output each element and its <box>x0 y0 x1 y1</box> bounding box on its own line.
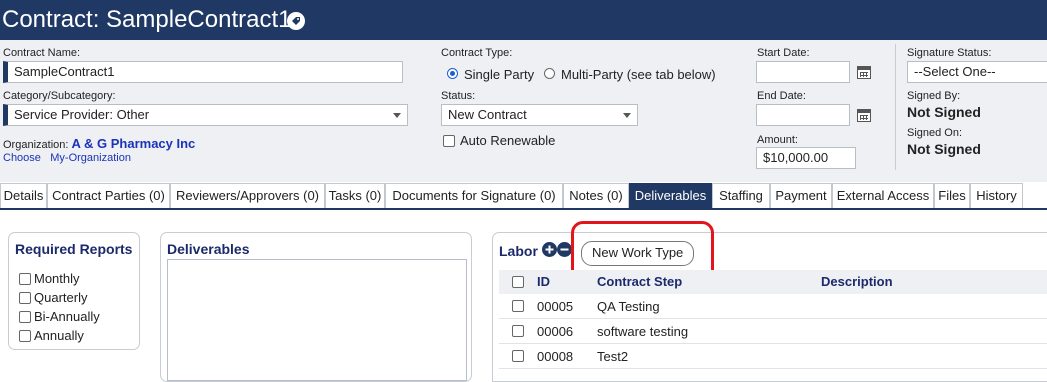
signature-status-select[interactable]: --Select One-- <box>907 61 1047 83</box>
contract-name-input[interactable]: SampleContract1 <box>3 61 403 83</box>
row-step: Test2 <box>597 349 629 364</box>
select-all-checkbox[interactable] <box>512 276 524 288</box>
status-value: New Contract <box>448 107 527 122</box>
row-id: 00006 <box>537 324 574 339</box>
required-reports-title: Required Reports <box>15 241 133 257</box>
table-row[interactable]: 00008 Test2 <box>499 344 1047 369</box>
category-label: Category/Subcategory: <box>3 90 116 102</box>
quarterly-label: Quarterly <box>34 290 88 305</box>
tag-icon[interactable] <box>287 12 305 30</box>
quarterly-checkbox[interactable] <box>19 292 31 304</box>
status-select[interactable]: New Contract <box>441 104 638 126</box>
row-checkbox[interactable] <box>512 300 524 312</box>
tab-reviewers-approvers[interactable]: Reviewers/Approvers (0) <box>170 183 325 208</box>
annually-checkbox[interactable] <box>19 330 31 342</box>
annually-label: Annually <box>34 328 84 343</box>
tab-deliverables[interactable]: Deliverables <box>629 183 712 208</box>
bi-annually-label: Bi-Annually <box>34 309 100 324</box>
column-id[interactable]: ID <box>537 274 550 289</box>
row-id: 00008 <box>537 349 574 364</box>
tab-staffing[interactable]: Staffing <box>712 183 770 208</box>
amount-input[interactable]: $10,000.00 <box>756 147 856 169</box>
contract-form: Contract Name: SampleContract1 Category/… <box>0 40 1047 182</box>
table-row[interactable]: 00005 QA Testing <box>499 294 1047 319</box>
row-checkbox[interactable] <box>512 350 524 362</box>
start-date-input[interactable] <box>756 61 850 83</box>
tab-payment[interactable]: Payment <box>770 183 832 208</box>
tab-tasks[interactable]: Tasks (0) <box>325 183 385 208</box>
labor-title: Labor <box>499 243 538 259</box>
end-date-input[interactable] <box>756 104 850 126</box>
contract-type-label: Contract Type: <box>441 47 513 59</box>
organization-label: Organization: A & G Pharmacy Inc <box>3 136 195 151</box>
tab-files[interactable]: Files <box>934 183 970 208</box>
row-checkbox[interactable] <box>512 325 524 337</box>
row-step: QA Testing <box>597 299 660 314</box>
signed-on-label: Signed On: <box>907 127 963 139</box>
multi-party-radio[interactable] <box>544 68 555 79</box>
organization-value[interactable]: A & G Pharmacy Inc <box>72 136 196 151</box>
calendar-icon[interactable] <box>857 66 871 79</box>
bi-annually-checkbox[interactable] <box>19 311 31 323</box>
title-bar: Contract: SampleContract1 <box>0 0 1047 40</box>
category-value: Service Provider: Other <box>14 107 150 122</box>
row-step: software testing <box>597 324 689 339</box>
choose-link[interactable]: Choose <box>3 152 41 164</box>
tab-notes[interactable]: Notes (0) <box>563 183 629 208</box>
deliverables-textarea[interactable] <box>167 259 467 381</box>
contract-name-label: Contract Name: <box>3 47 81 59</box>
form-divider <box>895 44 896 170</box>
status-label: Status: <box>441 90 476 102</box>
auto-renewable-label: Auto Renewable <box>460 133 556 148</box>
required-reports-panel: Required Reports Monthly Quarterly Bi-An… <box>8 232 140 350</box>
chevron-down-icon <box>623 113 631 118</box>
labor-panel: Labor New Work Type ID Contract Step Des… <box>492 221 1047 382</box>
multi-party-label: Multi-Party (see tab below) <box>561 67 716 82</box>
signature-status-label: Signature Status: <box>907 47 992 59</box>
organization-links: Choose My-Organization <box>3 150 131 164</box>
category-select[interactable]: Service Provider: Other <box>3 104 408 126</box>
page-title: Contract: SampleContract1 <box>2 6 292 33</box>
tab-details[interactable]: Details <box>0 183 47 208</box>
signed-on-value: Not Signed <box>907 141 981 157</box>
column-contract-step[interactable]: Contract Step <box>597 274 682 289</box>
tab-documents-for-signature[interactable]: Documents for Signature (0) <box>385 183 563 208</box>
tab-history[interactable]: History <box>970 183 1023 208</box>
deliverables-panel: Deliverables <box>160 232 472 382</box>
amount-label: Amount: <box>757 134 798 146</box>
monthly-label: Monthly <box>34 271 80 286</box>
single-party-label: Single Party <box>464 67 535 82</box>
monthly-checkbox[interactable] <box>19 273 31 285</box>
auto-renewable-checkbox[interactable] <box>443 135 455 147</box>
remove-icon[interactable] <box>557 242 572 257</box>
column-description[interactable]: Description <box>821 274 893 289</box>
tab-contract-parties[interactable]: Contract Parties (0) <box>47 183 170 208</box>
deliverables-content: Required Reports Monthly Quarterly Bi-An… <box>0 210 1047 382</box>
tab-bar: Details Contract Parties (0) Reviewers/A… <box>0 183 1047 210</box>
row-divider <box>499 368 1047 369</box>
add-icon[interactable] <box>542 242 557 257</box>
row-id: 00005 <box>537 299 574 314</box>
my-organization-link[interactable]: My-Organization <box>50 152 131 164</box>
labor-table-header: ID Contract Step Description <box>499 270 1047 294</box>
tab-external-access[interactable]: External Access <box>832 183 934 208</box>
signed-by-value: Not Signed <box>907 104 981 120</box>
start-date-label: Start Date: <box>757 47 810 59</box>
end-date-label: End Date: <box>757 90 806 102</box>
single-party-radio[interactable] <box>447 68 458 79</box>
deliverables-title: Deliverables <box>167 241 250 257</box>
chevron-down-icon <box>393 113 401 118</box>
calendar-icon[interactable] <box>857 109 871 122</box>
table-row[interactable]: 00006 software testing <box>499 319 1047 344</box>
signed-by-label: Signed By: <box>907 90 961 102</box>
